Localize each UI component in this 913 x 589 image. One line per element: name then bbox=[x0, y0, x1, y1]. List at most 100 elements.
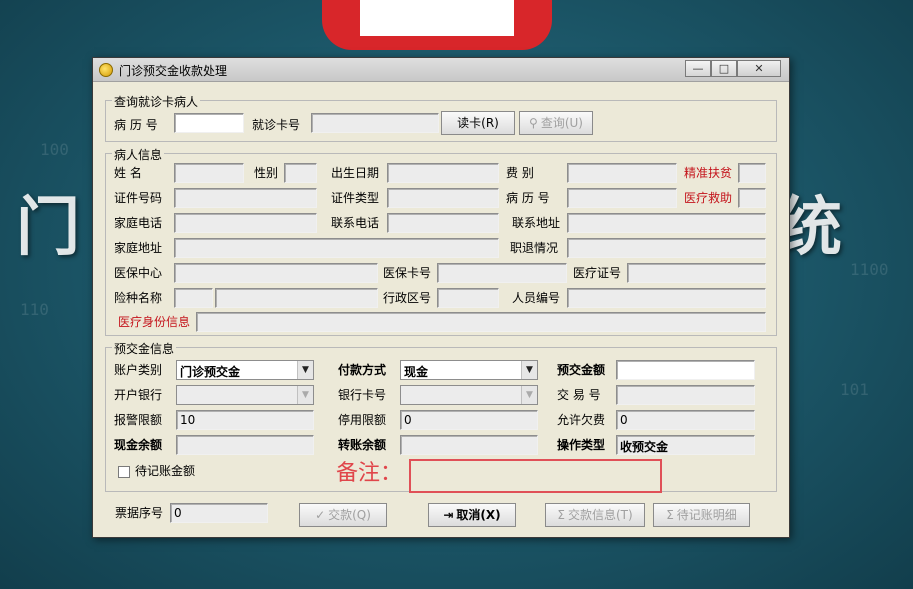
retirement-field[interactable] bbox=[567, 238, 766, 258]
hospital-logo bbox=[322, 0, 552, 50]
card-no-input[interactable] bbox=[311, 113, 439, 133]
name-field[interactable] bbox=[174, 163, 244, 183]
allow-owe-field[interactable]: 0 bbox=[616, 410, 755, 430]
contact-address-label: 联系地址 bbox=[512, 216, 561, 230]
home-phone-field[interactable] bbox=[174, 213, 317, 233]
query-button[interactable]: ⚲ 查询(U) bbox=[519, 111, 593, 135]
birth-date-field[interactable] bbox=[387, 163, 499, 183]
insurance-center-label: 医保中心 bbox=[114, 266, 163, 280]
id-no-label: 证件号码 bbox=[114, 191, 163, 205]
insurance-type-code-field[interactable] bbox=[174, 288, 213, 308]
allow-owe-label: 允许欠费 bbox=[557, 413, 606, 427]
region-code-field[interactable] bbox=[437, 288, 499, 308]
pay-method-select[interactable]: 现金 ▼ bbox=[400, 360, 538, 380]
bank-label: 开户银行 bbox=[114, 388, 163, 402]
dropdown-arrow-icon[interactable]: ▼ bbox=[297, 361, 313, 379]
patient-info-group: 病人信息 姓 名 性别 出生日期 费 别 精准扶贫 证件号码 证件类型 病 历 … bbox=[105, 146, 777, 336]
stop-limit-field[interactable]: 0 bbox=[400, 410, 538, 430]
insurance-type-name-field[interactable] bbox=[215, 288, 378, 308]
remark-input[interactable] bbox=[409, 459, 662, 493]
id-type-field[interactable] bbox=[387, 188, 499, 208]
red-cross-icon bbox=[360, 0, 514, 36]
staff-no-field[interactable] bbox=[567, 288, 766, 308]
deposit-group-title: 预交金信息 bbox=[112, 340, 177, 357]
id-no-field[interactable] bbox=[174, 188, 317, 208]
home-address-label: 家庭地址 bbox=[114, 241, 163, 255]
background-deco-number: 100 bbox=[40, 140, 69, 159]
patient-record-no-label: 病 历 号 bbox=[506, 191, 550, 205]
bank-card-select[interactable]: ▼ bbox=[400, 385, 538, 405]
patient-record-no-field[interactable] bbox=[567, 188, 677, 208]
window-titlebar[interactable]: 门诊预交金收款处理 — □ ✕ bbox=[93, 58, 789, 82]
transfer-balance-label: 转账余额 bbox=[338, 438, 387, 452]
patient-group-title: 病人信息 bbox=[112, 146, 165, 163]
poverty-alleviation-field[interactable] bbox=[738, 163, 766, 183]
insurance-type-label: 险种名称 bbox=[114, 291, 163, 305]
alert-limit-field[interactable]: 10 bbox=[176, 410, 314, 430]
window-title: 门诊预交金收款处理 bbox=[119, 64, 228, 78]
medical-aid-field[interactable] bbox=[738, 188, 766, 208]
sigma-icon: Σ bbox=[557, 508, 565, 522]
dropdown-arrow-icon[interactable]: ▼ bbox=[297, 386, 313, 404]
region-code-label: 行政区号 bbox=[383, 291, 432, 305]
dropdown-arrow-icon[interactable]: ▼ bbox=[521, 386, 537, 404]
bank-select[interactable]: ▼ bbox=[176, 385, 314, 405]
background-title-left: 门 bbox=[16, 191, 80, 265]
background-deco-number: 1100 bbox=[850, 260, 889, 279]
trade-no-field[interactable] bbox=[616, 385, 755, 405]
name-label: 姓 名 bbox=[114, 166, 142, 180]
background-deco-number: 101 bbox=[840, 380, 869, 399]
card-no-label: 就诊卡号 bbox=[252, 118, 301, 132]
pending-amount-label: 待记账金额 bbox=[135, 464, 196, 478]
gender-label: 性别 bbox=[254, 166, 279, 180]
deposit-info-group: 预交金信息 账户类别 门诊预交金 ▼ 付款方式 现金 ▼ 预交金额 开户银行 ▼… bbox=[105, 340, 777, 493]
pay-button[interactable]: ✓ 交款(Q) bbox=[299, 503, 387, 527]
trade-no-label: 交 易 号 bbox=[557, 388, 601, 402]
cancel-button[interactable]: ⇥ 取消(X) bbox=[428, 503, 516, 527]
home-address-field[interactable] bbox=[174, 238, 499, 258]
deposit-payment-window: 门诊预交金收款处理 — □ ✕ 查询就诊卡病人 病 历 号 就诊卡号 读卡(R)… bbox=[92, 57, 790, 538]
contact-phone-field[interactable] bbox=[387, 213, 499, 233]
query-group-title: 查询就诊卡病人 bbox=[112, 93, 201, 110]
poverty-alleviation-label: 精准扶贫 bbox=[684, 166, 733, 180]
staff-no-label: 人员编号 bbox=[512, 291, 561, 305]
operation-type-field[interactable]: 收预交金 bbox=[616, 435, 755, 455]
record-no-input[interactable] bbox=[174, 113, 244, 133]
birth-date-label: 出生日期 bbox=[331, 166, 380, 180]
binoculars-icon: ⚲ bbox=[529, 116, 538, 130]
record-no-label: 病 历 号 bbox=[114, 118, 158, 132]
transfer-balance-field[interactable] bbox=[400, 435, 538, 455]
sigma-icon: Σ bbox=[666, 508, 674, 522]
pay-info-button[interactable]: Σ 交款信息(T) bbox=[545, 503, 645, 527]
account-type-select[interactable]: 门诊预交金 ▼ bbox=[176, 360, 314, 380]
maximize-button[interactable]: □ bbox=[711, 60, 737, 77]
read-card-button[interactable]: 读卡(R) bbox=[441, 111, 515, 135]
fee-type-label: 费 别 bbox=[506, 166, 534, 180]
pending-amount-checkbox[interactable] bbox=[118, 466, 130, 478]
app-icon bbox=[99, 63, 113, 77]
query-group: 查询就诊卡病人 病 历 号 就诊卡号 读卡(R) ⚲ 查询(U) bbox=[105, 93, 777, 142]
checkmark-icon: ✓ bbox=[315, 508, 326, 522]
stop-limit-label: 停用限额 bbox=[338, 413, 387, 427]
insurance-card-field[interactable] bbox=[437, 263, 567, 283]
remark-label: 备注： bbox=[336, 461, 403, 486]
contact-address-field[interactable] bbox=[567, 213, 766, 233]
deposit-amount-input[interactable] bbox=[616, 360, 755, 380]
bill-no-label: 票据序号 bbox=[115, 506, 164, 520]
medical-identity-field[interactable] bbox=[196, 312, 766, 332]
gender-field[interactable] bbox=[284, 163, 317, 183]
minimize-button[interactable]: — bbox=[685, 60, 711, 77]
home-phone-label: 家庭电话 bbox=[114, 216, 163, 230]
medical-cert-field[interactable] bbox=[627, 263, 766, 283]
cash-balance-field[interactable] bbox=[176, 435, 314, 455]
fee-type-field[interactable] bbox=[567, 163, 677, 183]
dropdown-arrow-icon[interactable]: ▼ bbox=[521, 361, 537, 379]
pending-detail-button[interactable]: Σ 待记账明细 bbox=[653, 503, 750, 527]
exit-door-icon: ⇥ bbox=[443, 508, 454, 522]
background-deco-number: 110 bbox=[20, 300, 49, 319]
close-button[interactable]: ✕ bbox=[737, 60, 781, 77]
medical-cert-label: 医疗证号 bbox=[573, 266, 622, 280]
bill-no-field[interactable]: 0 bbox=[170, 503, 268, 523]
insurance-center-field[interactable] bbox=[174, 263, 378, 283]
pay-method-label: 付款方式 bbox=[338, 363, 387, 377]
